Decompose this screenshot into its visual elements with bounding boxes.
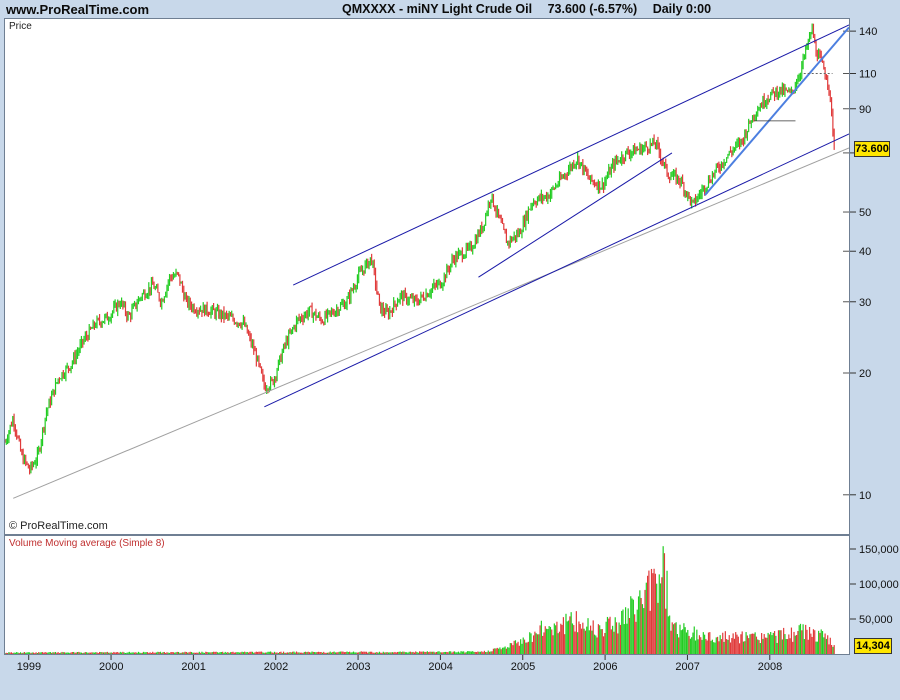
header-bar: www.ProRealTime.com QMXXXX - miNY Light … [0, 0, 900, 20]
y-tick-label: 20 [859, 368, 871, 380]
symbol-label: QMXXXX - miNY Light Crude Oil [342, 2, 533, 16]
price-y-axis: 10203040507090110140 [850, 26, 877, 502]
volume-chart[interactable] [5, 536, 849, 654]
x-tick-label: 2003 [346, 661, 370, 673]
y-tick-label: 10 [859, 490, 871, 502]
current-volume-badge: 14,304 [854, 638, 892, 654]
y-tick-label: 110 [859, 68, 877, 80]
vol-tick-label: 100,000 [859, 579, 899, 591]
x-tick-label: 2000 [99, 661, 123, 673]
y-tick-label: 90 [859, 104, 871, 116]
chart-title: QMXXXX - miNY Light Crude Oil 73.600 (-6… [342, 2, 723, 16]
vol-tick-label: 50,000 [859, 614, 893, 626]
y-tick-label: 50 [859, 207, 871, 219]
x-tick-label: 2004 [428, 661, 452, 673]
x-tick-label: 2002 [264, 661, 288, 673]
x-tick-label: 2007 [675, 661, 699, 673]
volume-y-axis: 50,000 100,000 150,000 [850, 544, 899, 626]
x-tick-label: 2001 [181, 661, 205, 673]
x-tick-label: 2005 [511, 661, 535, 673]
y-tick-label: 40 [859, 246, 871, 258]
timeframe-label: Daily 0:00 [652, 2, 712, 16]
volume-panel-label: Volume Moving average (Simple 8) [9, 538, 165, 549]
regression-line [13, 147, 849, 499]
price-chart[interactable] [5, 19, 849, 534]
y-tick-label: 140 [859, 26, 877, 38]
current-price-badge: 73.600 [854, 141, 890, 157]
mid-channel-line [478, 152, 673, 278]
site-link[interactable]: www.ProRealTime.com [6, 2, 149, 17]
x-tick-label: 2006 [593, 661, 617, 673]
y-tick-label: 30 [859, 297, 871, 309]
vol-tick-label: 150,000 [859, 544, 899, 556]
x-tick-label: 2008 [758, 661, 782, 673]
steep-trend-line [704, 26, 849, 196]
price-panel[interactable]: Price © ProRealTime.com [4, 18, 850, 535]
volume-panel[interactable]: Volume Moving average (Simple 8) [4, 535, 850, 655]
price-panel-label: Price [9, 21, 32, 32]
lower-channel-line [264, 133, 849, 408]
time-x-axis: 1999 2000 2001 2002 2003 2004 2005 2006 2007 2008 [0, 655, 900, 700]
copyright-label: © ProRealTime.com [9, 520, 108, 532]
upper-channel-line [292, 24, 849, 286]
last-price-label: 73.600 (-6.57%) [547, 2, 638, 16]
x-tick-label: 1999 [17, 661, 41, 673]
